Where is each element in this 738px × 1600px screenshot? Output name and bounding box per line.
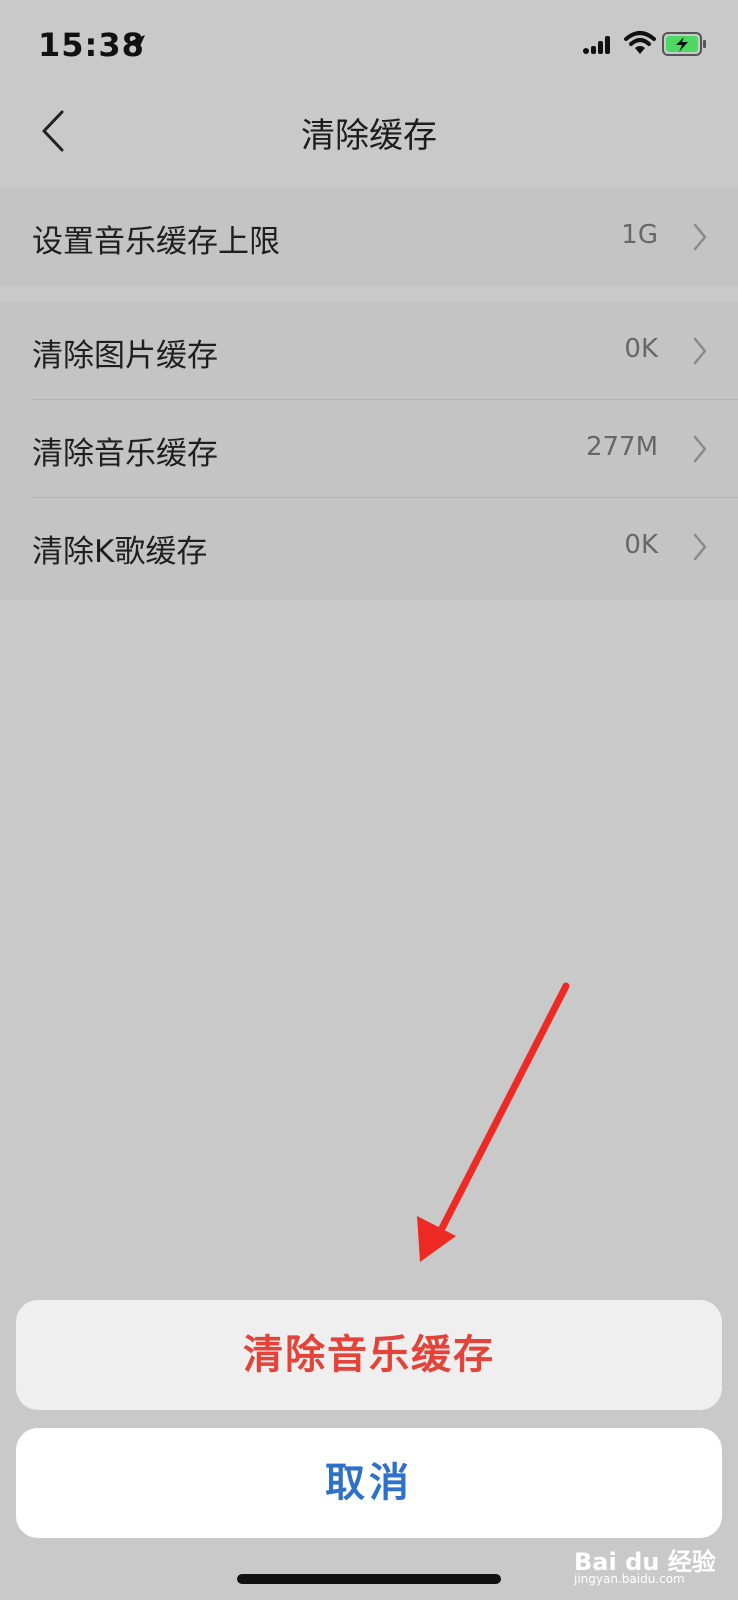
settings-group-limit: 设置音乐缓存上限 1G xyxy=(0,188,738,286)
watermark-url: jingyan.baidu.com xyxy=(574,1572,685,1586)
setting-label: 设置音乐缓存上限 xyxy=(32,224,280,260)
cancel-button[interactable]: 取消 xyxy=(16,1428,722,1538)
setting-value: 0K xyxy=(624,334,658,364)
status-bar: 15:38 xyxy=(0,0,738,88)
baidu-watermark: Bai du 经验 jingyan.baidu.com xyxy=(574,1534,724,1586)
setting-value: 1G xyxy=(621,220,658,250)
chevron-right-icon xyxy=(693,337,707,365)
chevron-right-icon xyxy=(693,223,707,251)
clear-music-cache-button[interactable]: 清除音乐缓存 xyxy=(16,1300,722,1410)
setting-label: 清除K歌缓存 xyxy=(32,534,208,570)
chevron-right-icon xyxy=(693,435,707,463)
home-indicator[interactable] xyxy=(237,1574,501,1584)
page-title: 清除缓存 xyxy=(301,116,437,156)
settings-group-clear: 清除图片缓存 0K 清除音乐缓存 277M 清除K歌缓存 0K xyxy=(0,302,738,600)
setting-row-clear-images[interactable]: 清除图片缓存 0K xyxy=(0,302,738,400)
battery-charging-icon xyxy=(662,32,706,56)
location-arrow-icon xyxy=(127,35,145,53)
setting-row-clear-music[interactable]: 清除音乐缓存 277M xyxy=(0,400,738,498)
chevron-right-icon xyxy=(693,533,707,561)
setting-value: 277M xyxy=(585,432,658,462)
setting-label: 清除图片缓存 xyxy=(32,338,218,374)
wifi-icon xyxy=(624,31,656,54)
navigation-bar: 清除缓存 xyxy=(0,88,738,174)
setting-row-cache-limit[interactable]: 设置音乐缓存上限 1G xyxy=(0,188,738,286)
setting-label: 清除音乐缓存 xyxy=(32,436,218,472)
signal-icon xyxy=(583,36,610,54)
setting-value: 0K xyxy=(624,530,658,560)
setting-row-clear-karaoke[interactable]: 清除K歌缓存 0K xyxy=(0,498,738,596)
